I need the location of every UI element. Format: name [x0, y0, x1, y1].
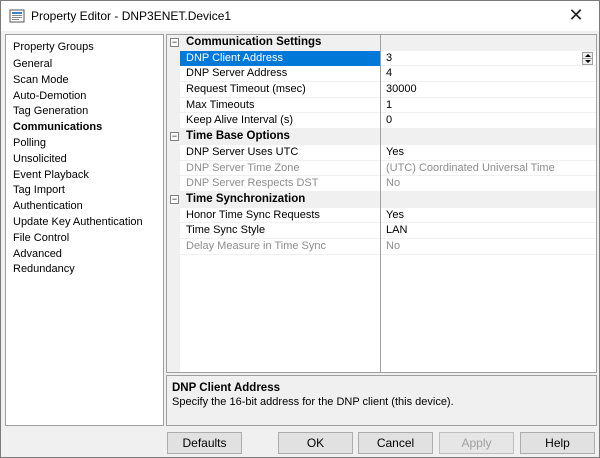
- property-groups-panel: Property Groups General Scan Mode Auto-Dem…: [5, 34, 164, 426]
- property-grid: − Communication Settings DNP Client Addres…: [166, 34, 597, 373]
- description-panel: DNP Client Address Specify the 16-bit ad…: [166, 375, 597, 426]
- property-name: DNP Client Address: [180, 50, 380, 66]
- nav-item-update-key-authentication[interactable]: Update Key Authentication: [13, 215, 143, 231]
- category-row[interactable]: − Time Base Options: [167, 129, 596, 145]
- nav-item-file-control[interactable]: File Control: [13, 231, 143, 247]
- property-name: Honor Time Sync Requests: [186, 208, 320, 221]
- window-title: Property Editor - DNP3ENET.Device1: [31, 9, 232, 23]
- property-name: DNP Server Time Zone: [186, 161, 300, 174]
- property-row[interactable]: DNP Server Time Zone (UTC) Coordinated Un…: [167, 161, 596, 177]
- category-row[interactable]: − Communication Settings: [167, 35, 596, 51]
- property-name: DNP Server Uses UTC: [186, 145, 299, 158]
- nav-item-authentication[interactable]: Authentication: [13, 199, 143, 215]
- property-row[interactable]: Max Timeouts 1: [167, 98, 596, 114]
- category-row[interactable]: − Time Synchronization: [167, 191, 596, 208]
- property-row[interactable]: Honor Time Sync Requests Yes: [167, 208, 596, 224]
- property-value[interactable]: 4: [386, 67, 392, 80]
- property-name: DNP Server Respects DST: [186, 177, 319, 190]
- property-row[interactable]: Delay Measure in Time Sync No: [167, 239, 596, 255]
- nav-item-communications[interactable]: Communications: [13, 120, 143, 136]
- property-row[interactable]: DNP Server Address 4: [167, 66, 596, 83]
- property-value[interactable]: 0: [386, 114, 392, 127]
- property-value[interactable]: 3: [386, 52, 392, 65]
- property-name: Max Timeouts: [186, 98, 255, 111]
- nav-item-tag-import[interactable]: Tag Import: [13, 183, 143, 199]
- property-value: No: [386, 239, 401, 252]
- property-name: DNP Server Address: [186, 67, 288, 80]
- apply-button[interactable]: Apply: [439, 432, 514, 454]
- close-button[interactable]: ✕: [553, 1, 599, 31]
- help-button[interactable]: Help: [520, 432, 595, 454]
- property-name: Keep Alive Interval (s): [186, 114, 293, 127]
- grid-column-divider[interactable]: [380, 35, 381, 372]
- property-name: Request Timeout (msec): [186, 83, 306, 96]
- nav-item-event-playback[interactable]: Event Playback: [13, 168, 143, 184]
- property-value[interactable]: 30000: [386, 83, 417, 96]
- property-row[interactable]: Time Sync Style LAN: [167, 223, 596, 239]
- category-title: Time Synchronization: [186, 192, 306, 205]
- nav-item-scan-mode[interactable]: Scan Mode: [13, 73, 143, 89]
- nav-item-advanced[interactable]: Advanced: [13, 247, 143, 263]
- property-row[interactable]: Keep Alive Interval (s) 0: [167, 113, 596, 130]
- property-value[interactable]: Yes: [386, 146, 404, 159]
- nav-item-auto-demotion[interactable]: Auto-Demotion: [13, 89, 143, 105]
- spin-down-icon[interactable]: [585, 59, 591, 63]
- property-groups-list: General Scan Mode Auto-Demotion Tag Generat…: [13, 57, 143, 278]
- property-value[interactable]: Yes: [386, 209, 404, 222]
- nav-item-polling[interactable]: Polling: [13, 136, 143, 152]
- property-groups-heading: Property Groups: [13, 41, 94, 53]
- property-row[interactable]: DNP Client Address 3: [167, 50, 596, 67]
- nav-item-redundancy[interactable]: Redundancy: [13, 262, 143, 278]
- cancel-button[interactable]: Cancel: [358, 432, 433, 454]
- collapse-icon[interactable]: −: [170, 38, 179, 47]
- close-icon: ✕: [568, 5, 584, 25]
- defaults-button[interactable]: Defaults: [167, 432, 242, 454]
- ok-button[interactable]: OK: [278, 432, 353, 454]
- property-name: Time Sync Style: [186, 224, 266, 237]
- category-title: Time Base Options: [186, 130, 290, 143]
- property-row[interactable]: DNP Server Respects DST No: [167, 176, 596, 192]
- property-value: No: [386, 177, 401, 190]
- collapse-icon[interactable]: −: [170, 132, 179, 142]
- nav-item-tag-generation[interactable]: Tag Generation: [13, 104, 143, 120]
- nav-item-unsolicited[interactable]: Unsolicited: [13, 152, 143, 168]
- nav-item-general[interactable]: General: [13, 57, 143, 73]
- category-title: Communication Settings: [186, 36, 322, 48]
- property-value[interactable]: 1: [386, 99, 392, 112]
- spin-divider: [583, 57, 592, 59]
- description-title: DNP Client Address: [172, 382, 280, 394]
- property-value[interactable]: LAN: [386, 224, 407, 237]
- property-rows: − Communication Settings DNP Client Addres…: [167, 35, 596, 255]
- spin-button[interactable]: [582, 51, 593, 65]
- property-editor-icon: [9, 9, 25, 23]
- description-text: Specify the 16-bit address for the DNP c…: [172, 396, 454, 408]
- property-editor-window: Property Editor - DNP3ENET.Device1 ✕ Pro…: [0, 0, 600, 458]
- collapse-icon[interactable]: −: [170, 194, 179, 204]
- property-row[interactable]: DNP Server Uses UTC Yes: [167, 145, 596, 161]
- title-bar[interactable]: Property Editor - DNP3ENET.Device1 ✕: [1, 1, 599, 31]
- property-value: (UTC) Coordinated Universal Time: [386, 161, 555, 174]
- property-name: Delay Measure in Time Sync: [186, 239, 326, 252]
- property-row[interactable]: Request Timeout (msec) 30000: [167, 82, 596, 98]
- spin-up-icon[interactable]: [585, 53, 591, 57]
